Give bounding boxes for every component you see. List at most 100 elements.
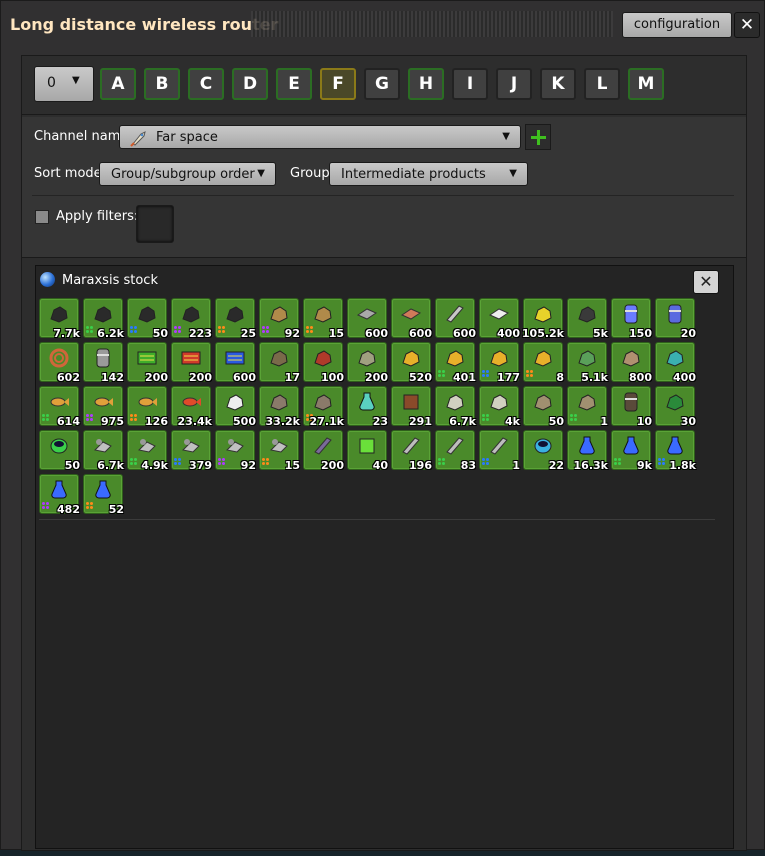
item-slot[interactable]: 6.2k: [83, 298, 124, 340]
item-slot[interactable]: 16.3k: [567, 430, 608, 472]
item-slot[interactable]: 30: [655, 386, 696, 428]
sort-mode-dropdown[interactable]: Group/subgroup order ▼: [99, 162, 276, 186]
item-slot[interactable]: 52: [83, 474, 124, 516]
item-slot[interactable]: 83: [435, 430, 476, 472]
channel-letter-g[interactable]: G: [364, 68, 400, 100]
item-slot[interactable]: 4k: [479, 386, 520, 428]
item-count: 52: [108, 503, 124, 516]
item-slot[interactable]: 400: [479, 298, 520, 340]
copper-plate-icon: [400, 308, 422, 320]
item-slot[interactable]: 1.8k: [655, 430, 696, 472]
item-slot[interactable]: 800: [611, 342, 652, 384]
item-slot[interactable]: 23: [347, 386, 388, 428]
channel-letter-m[interactable]: M: [628, 68, 664, 100]
channel-letter-k[interactable]: K: [540, 68, 576, 100]
barrel-stack-icon: [624, 392, 638, 412]
item-slot[interactable]: 200: [171, 342, 212, 384]
channel-letter-e[interactable]: E: [276, 68, 312, 100]
item-slot[interactable]: 614: [39, 386, 80, 428]
item-slot[interactable]: 600: [347, 298, 388, 340]
koi-fish-icon: [182, 397, 201, 407]
item-slot[interactable]: 17: [259, 342, 300, 384]
channel-letter-b[interactable]: B: [144, 68, 180, 100]
rocket-icon: [130, 131, 146, 147]
item-slot[interactable]: 7.7k: [39, 298, 80, 340]
item-slot[interactable]: 200: [127, 342, 168, 384]
item-slot[interactable]: 600: [435, 298, 476, 340]
item-slot[interactable]: 400: [655, 342, 696, 384]
configuration-button[interactable]: configuration: [622, 12, 732, 38]
item-count: 600: [233, 371, 256, 384]
item-count: 142: [101, 371, 124, 384]
channel-letter-j[interactable]: J: [496, 68, 532, 100]
item-slot[interactable]: 291: [391, 386, 432, 428]
item-slot[interactable]: 5.1k: [567, 342, 608, 384]
group-dropdown[interactable]: Intermediate products ▼: [329, 162, 528, 186]
channel-letter-i[interactable]: I: [452, 68, 488, 100]
channel-letter-l[interactable]: L: [584, 68, 620, 100]
item-slot[interactable]: 4.9k: [127, 430, 168, 472]
item-slot[interactable]: 1: [567, 386, 608, 428]
apply-filters-checkbox[interactable]: [35, 210, 49, 224]
item-slot[interactable]: 6.7k: [435, 386, 476, 428]
quality-rare-icon: [130, 326, 138, 334]
close-icon[interactable]: ✕: [734, 12, 760, 38]
item-slot[interactable]: 200: [303, 430, 344, 472]
item-slot[interactable]: 8: [523, 342, 564, 384]
item-slot[interactable]: 196: [391, 430, 432, 472]
item-slot[interactable]: 177: [479, 342, 520, 384]
item-slot[interactable]: 600: [215, 342, 256, 384]
item-slot[interactable]: 92: [259, 298, 300, 340]
channel-name-dropdown[interactable]: Far space ▼: [119, 125, 521, 149]
item-slot[interactable]: 379: [171, 430, 212, 472]
item-slot[interactable]: 600: [391, 298, 432, 340]
item-slot[interactable]: 975: [83, 386, 124, 428]
channel-letter-h[interactable]: H: [408, 68, 444, 100]
filter-slot[interactable]: [136, 205, 174, 243]
item-slot[interactable]: 33.2k: [259, 386, 300, 428]
item-slot[interactable]: 223: [171, 298, 212, 340]
item-slot[interactable]: 22: [523, 430, 564, 472]
item-slot[interactable]: 25: [215, 298, 256, 340]
channel-letter-c[interactable]: C: [188, 68, 224, 100]
channel-letter-a[interactable]: A: [100, 68, 136, 100]
channel-letter-d[interactable]: D: [232, 68, 268, 100]
item-slot[interactable]: 50: [523, 386, 564, 428]
item-count: 20: [680, 327, 696, 340]
item-slot[interactable]: 1: [479, 430, 520, 472]
circuit-parts-icon: [138, 306, 156, 323]
item-slot[interactable]: 500: [215, 386, 256, 428]
item-slot[interactable]: 6.7k: [83, 430, 124, 472]
item-slot[interactable]: 602: [39, 342, 80, 384]
item-slot[interactable]: 142: [83, 342, 124, 384]
item-slot[interactable]: 482: [39, 474, 80, 516]
circuit-parts-icon: [226, 306, 244, 323]
item-slot[interactable]: 50: [127, 298, 168, 340]
item-slot[interactable]: 15: [303, 298, 344, 340]
item-slot[interactable]: 27.1k: [303, 386, 344, 428]
close-icon[interactable]: ✕: [693, 270, 719, 294]
item-slot[interactable]: 50: [39, 430, 80, 472]
drag-handle[interactable]: [251, 11, 613, 37]
item-slot[interactable]: 401: [435, 342, 476, 384]
item-slot[interactable]: 9k: [611, 430, 652, 472]
item-slot[interactable]: 5k: [567, 298, 608, 340]
item-slot[interactable]: 15: [259, 430, 300, 472]
item-slot[interactable]: 520: [391, 342, 432, 384]
item-slot[interactable]: 100: [303, 342, 344, 384]
item-slot[interactable]: 92: [215, 430, 256, 472]
wood-block-icon: [403, 394, 419, 410]
item-slot[interactable]: 105.2k: [522, 298, 564, 340]
item-slot[interactable]: 150: [611, 298, 652, 340]
group-value: Intermediate products: [341, 167, 486, 182]
item-slot[interactable]: 200: [347, 342, 388, 384]
number-dropdown[interactable]: 0 ▼: [34, 66, 94, 102]
item-slot[interactable]: 40: [347, 430, 388, 472]
item-slot[interactable]: 126: [127, 386, 168, 428]
item-count: 200: [365, 371, 388, 384]
item-slot[interactable]: 20: [655, 298, 696, 340]
add-channel-button[interactable]: [525, 124, 551, 150]
item-slot[interactable]: 23.4k: [171, 386, 212, 428]
item-slot[interactable]: 10: [611, 386, 652, 428]
channel-letter-f[interactable]: F: [320, 68, 356, 100]
